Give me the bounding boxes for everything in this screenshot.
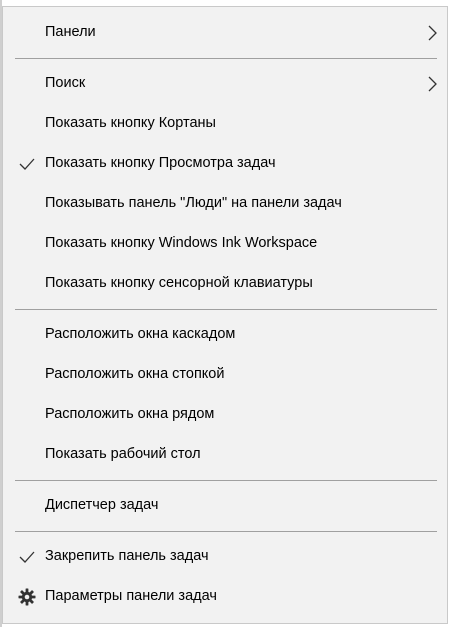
menu-item-lock-taskbar[interactable]: Закрепить панель задач (3, 537, 447, 577)
menu-item-label: Показывать панель "Люди" на панели задач (45, 195, 342, 211)
menu-item-show-windows-ink[interactable]: Показать кнопку Windows Ink Workspace (3, 224, 447, 264)
menu-item-label: Параметры панели задач (45, 588, 217, 604)
menu-item-show-cortana[interactable]: Показать кнопку Кортаны (3, 104, 447, 144)
chevron-right-icon (428, 25, 437, 41)
checkmark-icon (19, 551, 35, 563)
menu-item-label: Показать рабочий стол (45, 446, 201, 462)
chevron-right-icon (428, 76, 437, 92)
menu-item-label: Показать кнопку Просмотра задач (45, 155, 276, 171)
menu-separator (15, 58, 437, 59)
menu-item-show-people[interactable]: Показывать панель "Люди" на панели задач (3, 184, 447, 224)
menu-item-cascade-windows[interactable]: Расположить окна каскадом (3, 315, 447, 355)
menu-item-show-desktop[interactable]: Показать рабочий стол (3, 435, 447, 475)
menu-item-label: Панели (45, 24, 96, 40)
menu-item-search[interactable]: Поиск (3, 64, 447, 104)
menu-item-label: Показать кнопку Кортаны (45, 115, 216, 131)
menu-item-task-manager[interactable]: Диспетчер задач (3, 486, 447, 526)
menu-item-side-by-side-windows[interactable]: Расположить окна рядом (3, 395, 447, 435)
menu-item-label: Закрепить панель задач (45, 548, 209, 564)
menu-item-label: Поиск (45, 75, 86, 91)
menu-item-label: Диспетчер задач (45, 497, 159, 513)
menu-item-label: Показать кнопку Windows Ink Workspace (45, 235, 318, 251)
gear-icon (18, 588, 36, 606)
menu-item-stack-windows[interactable]: Расположить окна стопкой (3, 355, 447, 395)
menu-item-taskbar-settings[interactable]: Параметры панели задач (3, 577, 447, 617)
taskbar-context-menu: Панели Поиск Показать кнопку Кортаны Пок… (2, 6, 448, 624)
menu-item-show-touch-keyboard[interactable]: Показать кнопку сенсорной клавиатуры (3, 264, 447, 304)
menu-separator (15, 480, 437, 481)
menu-item-show-task-view[interactable]: Показать кнопку Просмотра задач (3, 144, 447, 184)
menu-item-panels[interactable]: Панели (3, 13, 447, 53)
menu-separator (15, 309, 437, 310)
menu-item-label: Расположить окна стопкой (45, 366, 225, 382)
menu-separator (15, 531, 437, 532)
checkmark-icon (19, 158, 35, 170)
menu-item-label: Показать кнопку сенсорной клавиатуры (45, 275, 313, 291)
menu-item-label: Расположить окна каскадом (45, 326, 236, 342)
menu-item-label: Расположить окна рядом (45, 406, 215, 422)
